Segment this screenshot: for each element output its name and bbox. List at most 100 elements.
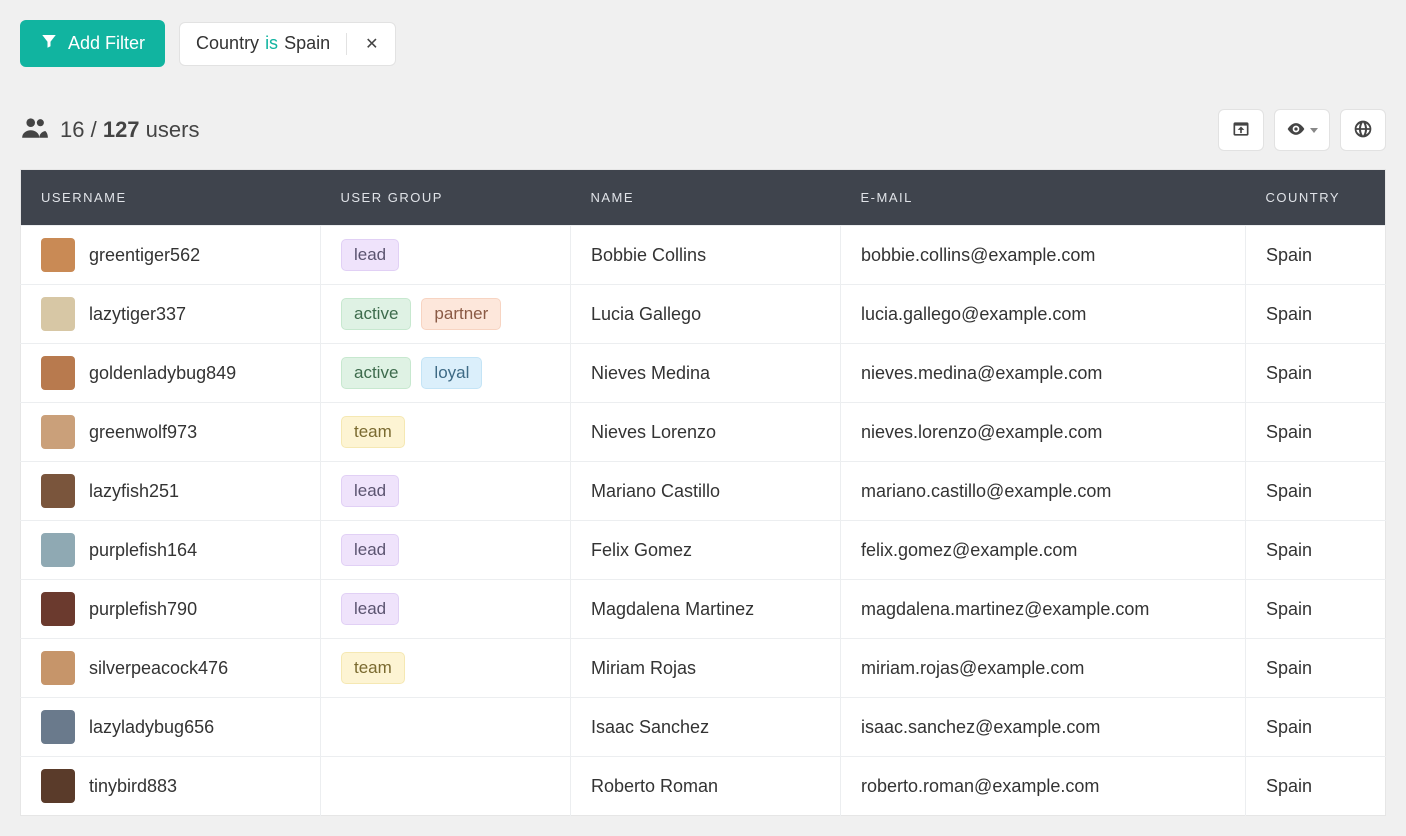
name-cell: Miriam Rojas [571, 639, 841, 698]
country-cell: Spain [1246, 226, 1386, 285]
open-in-tab-button[interactable] [1218, 109, 1264, 151]
name-cell: Bobbie Collins [571, 226, 841, 285]
username: lazyladybug656 [89, 717, 214, 738]
country-cell: Spain [1246, 639, 1386, 698]
table-row[interactable]: tinybird883 Roberto Romanroberto.roman@ex… [21, 757, 1386, 816]
tag-lead: lead [341, 593, 399, 625]
col-header-group[interactable]: User Group [321, 170, 571, 226]
user-group-tags: lead [341, 593, 550, 625]
username: purplefish790 [89, 599, 197, 620]
email-cell: roberto.roman@example.com [841, 757, 1246, 816]
tag-partner: partner [421, 298, 501, 330]
globe-button[interactable] [1340, 109, 1386, 151]
table-header-row: Username User Group Name E-Mail Country [21, 170, 1386, 226]
filter-chip-country[interactable]: Country is Spain ✕ [179, 22, 395, 66]
results-total-count: 127 [103, 117, 140, 142]
filter-icon [40, 32, 58, 55]
user-group-tags: active partner [341, 298, 550, 330]
avatar [41, 415, 75, 449]
col-header-email[interactable]: E-Mail [841, 170, 1246, 226]
email-cell: lucia.gallego@example.com [841, 285, 1246, 344]
email-cell: magdalena.martinez@example.com [841, 580, 1246, 639]
tag-team: team [341, 652, 405, 684]
visibility-menu-button[interactable] [1274, 109, 1330, 151]
user-group-tags: lead [341, 534, 550, 566]
filter-chip-value: Spain [284, 33, 330, 54]
country-cell: Spain [1246, 403, 1386, 462]
globe-icon [1353, 119, 1373, 142]
tag-active: active [341, 298, 411, 330]
tag-lead: lead [341, 534, 399, 566]
name-cell: Felix Gomez [571, 521, 841, 580]
table-row[interactable]: lazyfish251leadMariano Castillomariano.c… [21, 462, 1386, 521]
name-cell: Lucia Gallego [571, 285, 841, 344]
results-filtered-count: 16 [60, 117, 84, 142]
username: goldenladybug849 [89, 363, 236, 384]
country-cell: Spain [1246, 285, 1386, 344]
name-cell: Roberto Roman [571, 757, 841, 816]
col-header-country[interactable]: Country [1246, 170, 1386, 226]
add-filter-button[interactable]: Add Filter [20, 20, 165, 67]
filter-chip-divider [346, 33, 347, 55]
users-icon [20, 116, 50, 144]
table-row[interactable]: greentiger562 lead Bobbie Collinsbobbie.co… [21, 226, 1386, 285]
email-cell: mariano.castillo@example.com [841, 462, 1246, 521]
country-cell: Spain [1246, 698, 1386, 757]
email-cell: nieves.lorenzo@example.com [841, 403, 1246, 462]
username: greenwolf973 [89, 422, 197, 443]
table-actions [1218, 109, 1386, 151]
tag-team: team [341, 416, 405, 448]
username: lazyfish251 [89, 481, 179, 502]
email-cell: miriam.rojas@example.com [841, 639, 1246, 698]
filter-bar: Add Filter Country is Spain ✕ [20, 20, 1386, 67]
country-cell: Spain [1246, 757, 1386, 816]
email-cell: bobbie.collins@example.com [841, 226, 1246, 285]
country-cell: Spain [1246, 521, 1386, 580]
user-group-tags: lead [341, 239, 550, 271]
country-cell: Spain [1246, 344, 1386, 403]
name-cell: Magdalena Martinez [571, 580, 841, 639]
username: tinybird883 [89, 776, 177, 797]
eye-icon [1286, 119, 1306, 142]
table-row[interactable]: purplefish790 lead Magdalena Martinezmagda… [21, 580, 1386, 639]
tag-lead: lead [341, 475, 399, 507]
table-row[interactable]: silverpeacock476 team Miriam Rojasmiriam.r… [21, 639, 1386, 698]
user-group-tags: lead [341, 475, 550, 507]
tag-active: active [341, 357, 411, 389]
avatar [41, 651, 75, 685]
results-summary: 16 / 127 users [20, 116, 199, 144]
avatar [41, 356, 75, 390]
username: silverpeacock476 [89, 658, 228, 679]
email-cell: nieves.medina@example.com [841, 344, 1246, 403]
name-cell: Isaac Sanchez [571, 698, 841, 757]
username: greentiger562 [89, 245, 200, 266]
chevron-down-icon [1310, 128, 1318, 133]
table-row[interactable]: lazyladybug656 Isaac Sanchezisaac.sanchez… [21, 698, 1386, 757]
col-header-username[interactable]: Username [21, 170, 321, 226]
table-row[interactable]: greenwolf973teamNieves Lorenzonieves.lor… [21, 403, 1386, 462]
avatar [41, 710, 75, 744]
results-unit: users [140, 117, 200, 142]
username: purplefish164 [89, 540, 197, 561]
country-cell: Spain [1246, 580, 1386, 639]
user-group-tags: team [341, 416, 550, 448]
name-cell: Nieves Medina [571, 344, 841, 403]
avatar [41, 533, 75, 567]
avatar [41, 474, 75, 508]
users-table: Username User Group Name E-Mail Country … [20, 169, 1386, 816]
table-row[interactable]: lazytiger337activepartnerLucia Gallegolu… [21, 285, 1386, 344]
table-row[interactable]: goldenladybug849 activeloyal Nieves Medina… [21, 344, 1386, 403]
col-header-name[interactable]: Name [571, 170, 841, 226]
avatar [41, 297, 75, 331]
table-row[interactable]: purplefish164leadFelix Gomezfelix.gomez@… [21, 521, 1386, 580]
filter-chip-field: Country [196, 33, 259, 54]
open-in-tab-icon [1231, 119, 1251, 142]
add-filter-label: Add Filter [68, 33, 145, 54]
remove-filter-icon[interactable]: ✕ [361, 34, 382, 54]
avatar [41, 769, 75, 803]
country-cell: Spain [1246, 462, 1386, 521]
user-group-tags: activeloyal [341, 357, 550, 389]
user-group-tags: team [341, 652, 550, 684]
email-cell: isaac.sanchez@example.com [841, 698, 1246, 757]
avatar [41, 238, 75, 272]
